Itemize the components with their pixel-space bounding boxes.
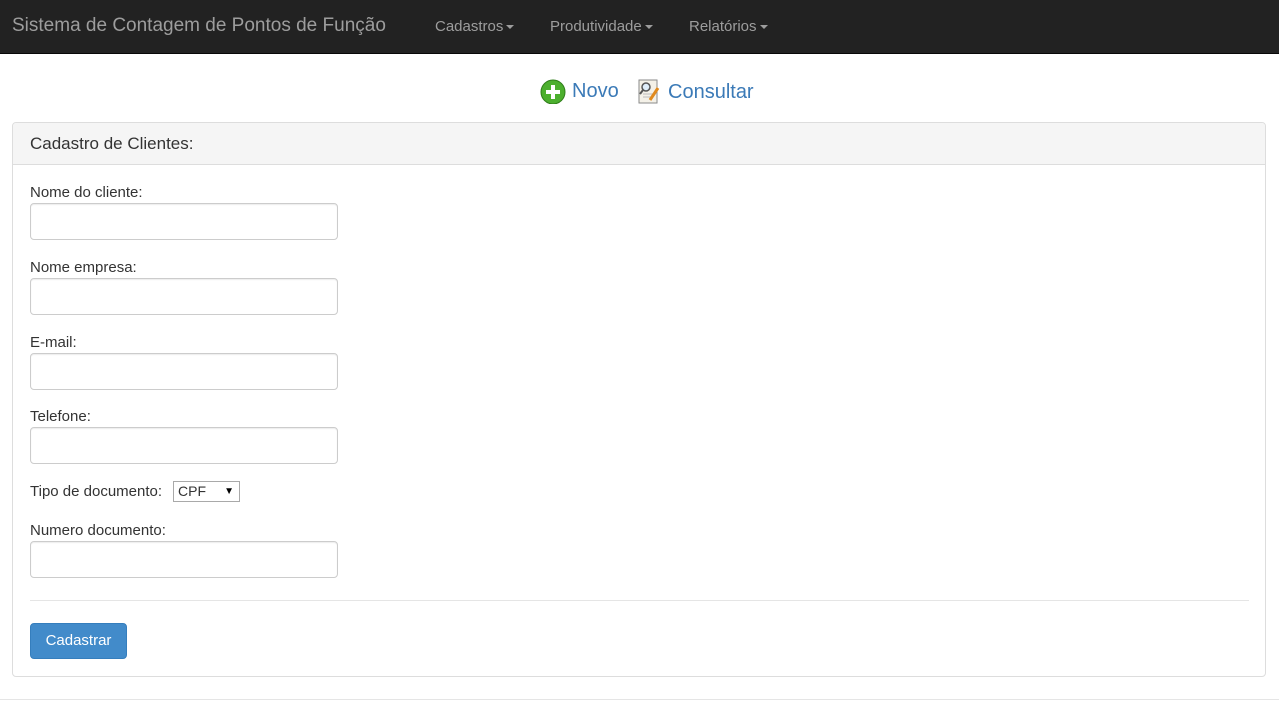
dropdown-arrow-icon: ▼	[224, 486, 234, 497]
nav-menu-produtividade[interactable]: Produtividade	[550, 18, 653, 35]
panel-heading: Cadastro de Clientes:	[13, 123, 1265, 165]
caret-down-icon	[759, 25, 768, 30]
caret-down-icon	[506, 25, 515, 30]
caret-down-icon	[644, 25, 653, 30]
form-divider	[30, 600, 1249, 601]
search-document-icon	[638, 79, 660, 104]
nav-menu-label: Relatórios	[689, 18, 757, 35]
email-label: E-mail:	[30, 334, 77, 351]
doc-type-selected-value: CPF	[178, 483, 206, 499]
nav-menu-label: Produtividade	[550, 18, 642, 35]
phone-label: Telefone:	[30, 408, 91, 425]
phone-input[interactable]	[30, 427, 338, 464]
footer-divider	[0, 699, 1279, 700]
search-link-label: Consultar	[668, 80, 754, 103]
navbar: Sistema de Contagem de Pontos de Função …	[0, 0, 1279, 54]
doc-number-input[interactable]	[30, 541, 338, 578]
new-link[interactable]: Novo	[540, 78, 619, 104]
doc-type-label: Tipo de documento:	[30, 483, 163, 500]
doc-number-label: Numero documento:	[30, 522, 166, 539]
nav-menu-relatorios[interactable]: Relatórios	[689, 18, 768, 35]
email-input[interactable]	[30, 353, 338, 390]
new-link-label: Novo	[572, 79, 619, 102]
brand-title[interactable]: Sistema de Contagem de Pontos de Função	[12, 15, 386, 37]
client-name-label: Nome do cliente:	[30, 184, 143, 201]
add-icon	[540, 79, 566, 104]
doc-type-select[interactable]: CPF ▼	[173, 481, 240, 502]
nav-menu-cadastros[interactable]: Cadastros	[435, 18, 515, 35]
company-name-input[interactable]	[30, 278, 338, 315]
client-name-input[interactable]	[30, 203, 338, 240]
company-name-label: Nome empresa:	[30, 259, 137, 276]
nav-menu-label: Cadastros	[435, 18, 504, 35]
search-link[interactable]: Consultar	[636, 78, 754, 106]
submit-button[interactable]: Cadastrar	[30, 623, 127, 659]
panel-title: Cadastro de Clientes:	[30, 134, 194, 153]
